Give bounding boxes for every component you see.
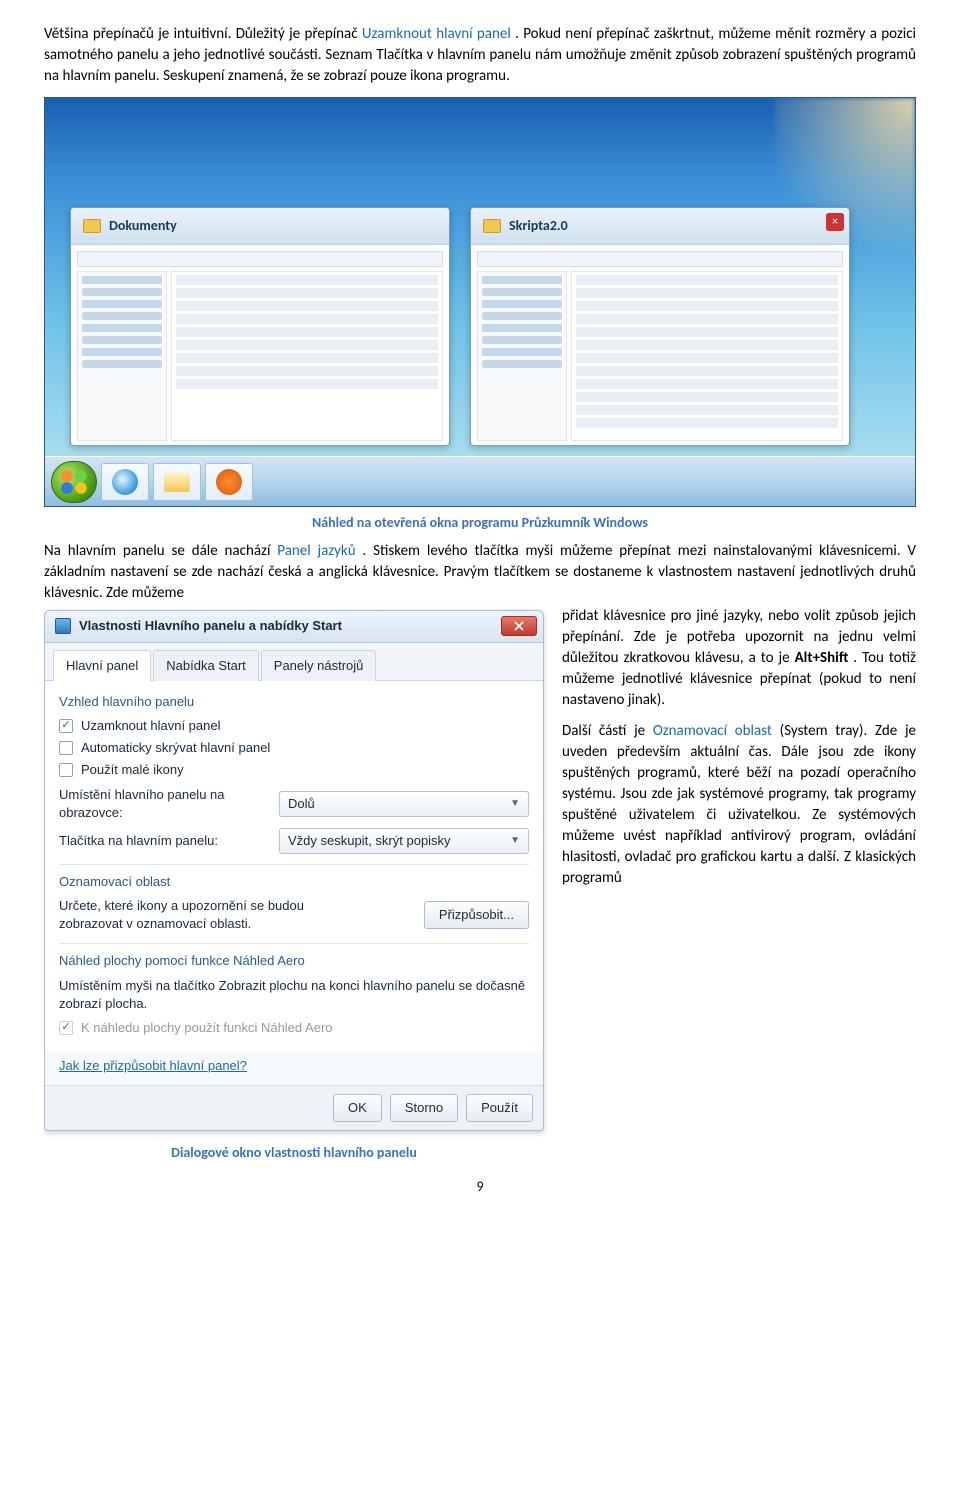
dialog-icon — [55, 618, 71, 634]
ok-button[interactable]: OK — [333, 1094, 382, 1122]
chevron-down-icon: ▼ — [510, 797, 520, 811]
intro-text-a: Většina přepínačů je intuitivní. Důležit… — [44, 25, 362, 43]
checkbox-lock-taskbar[interactable]: Uzamknout hlavní panel — [59, 717, 529, 735]
start-button[interactable] — [51, 461, 97, 503]
figure-caption-1: Náhled na otevřená okna programu Průzkum… — [44, 513, 916, 533]
tab-toolbars[interactable]: Panely nástrojů — [261, 650, 377, 681]
checkbox-lock-label: Uzamknout hlavní panel — [81, 717, 220, 735]
aero-desc: Umístěním myši na tlačítko Zobrazit ploc… — [59, 977, 529, 1013]
apply-button-label: Použít — [481, 1099, 518, 1117]
taskbar-icon-wmp[interactable] — [205, 463, 253, 501]
dialog-tabs: Hlavní panel Nabídka Start Panely nástro… — [45, 643, 543, 681]
checkbox-aero: K náhledu plochy použít funkci Náhled Ae… — [59, 1019, 529, 1037]
figure-caption-2: Dialogové okno vlastnosti hlavního panel… — [44, 1143, 544, 1163]
customize-button[interactable]: Přizpůsobit... — [424, 901, 529, 929]
close-icon[interactable]: × — [826, 213, 844, 231]
page-number: 9 — [44, 1177, 916, 1197]
taskbar-preview-figure: × Dokumenty — [44, 97, 916, 507]
cancel-button-label: Storno — [405, 1099, 443, 1117]
taskbar-icon-ie[interactable] — [101, 463, 149, 501]
intro-para: Většina přepínačů je intuitivní. Důležit… — [44, 24, 916, 87]
tray-desc: Určete, které ikony a upozornění se budo… — [59, 897, 359, 933]
dropdown-buttons-value: Vždy seskupit, skrýt popisky — [288, 832, 451, 850]
checkbox-icon — [59, 719, 73, 733]
label-buttons: Tlačítka na hlavním panelu: — [59, 832, 218, 850]
preview-window-1: × Dokumenty — [70, 207, 450, 446]
right-2-link: Oznamovací oblast — [653, 722, 772, 740]
checkbox-autohide[interactable]: Automaticky skrývat hlavní panel — [59, 739, 529, 757]
taskbar — [45, 456, 915, 506]
checkbox-small-label: Použít malé ikony — [81, 761, 184, 779]
chevron-down-icon: ▼ — [510, 834, 520, 848]
tab-start-menu[interactable]: Nabídka Start — [153, 650, 259, 681]
right-2a: Další částí je — [562, 722, 653, 740]
mid-text-a: Na hlavním panelu se dále nachází — [44, 542, 277, 560]
checkbox-icon — [59, 741, 73, 755]
ok-button-label: OK — [348, 1099, 367, 1117]
section-aero: Náhled plochy pomocí funkce Náhled Aero — [59, 952, 529, 970]
right-1b: Alt+Shift — [795, 649, 849, 667]
taskbar-icon-explorer[interactable] — [153, 463, 201, 501]
apply-button[interactable]: Použít — [466, 1094, 533, 1122]
close-icon — [514, 621, 524, 631]
section-appearance: Vzhled hlavního panelu — [59, 693, 529, 711]
dialog-title: Vlastnosti Hlavního panelu a nabídky Sta… — [79, 617, 342, 635]
folder-icon — [483, 219, 501, 233]
customize-button-label: Přizpůsobit... — [439, 906, 514, 924]
tab-main-panel[interactable]: Hlavní panel — [53, 650, 151, 681]
folder-icon — [83, 219, 101, 233]
preview-window-2-title: Skripta2.0 — [509, 216, 568, 236]
checkbox-aero-label: K náhledu plochy použít funkci Náhled Ae… — [81, 1019, 333, 1037]
section-tray: Oznamovací oblast — [59, 873, 529, 891]
checkbox-icon — [59, 1021, 73, 1035]
dropdown-position-value: Dolů — [288, 795, 315, 813]
close-button[interactable] — [501, 616, 537, 636]
checkbox-icon — [59, 763, 73, 777]
checkbox-small-icons[interactable]: Použít malé ikony — [59, 761, 529, 779]
mid-link: Panel jazyků — [277, 542, 355, 560]
help-link[interactable]: Jak lze přizpůsobit hlavní panel? — [45, 1051, 261, 1085]
right-2b: (System tray). Zde je uveden především a… — [562, 722, 916, 887]
preview-window-1-title: Dokumenty — [109, 216, 177, 236]
checkbox-autohide-label: Automaticky skrývat hlavní panel — [81, 739, 270, 757]
mid-para: Na hlavním panelu se dále nachází Panel … — [44, 541, 916, 604]
label-position: Umístění hlavního panelu na obrazovce: — [59, 786, 259, 822]
preview-window-2: × Skripta2.0 — [470, 207, 850, 446]
dropdown-position[interactable]: Dolů ▼ — [279, 791, 529, 817]
taskbar-properties-dialog: Vlastnosti Hlavního panelu a nabídky Sta… — [44, 610, 544, 1132]
cancel-button[interactable]: Storno — [390, 1094, 458, 1122]
intro-link: Uzamknout hlavní panel — [362, 25, 511, 43]
dropdown-buttons[interactable]: Vždy seskupit, skrýt popisky ▼ — [279, 828, 529, 854]
